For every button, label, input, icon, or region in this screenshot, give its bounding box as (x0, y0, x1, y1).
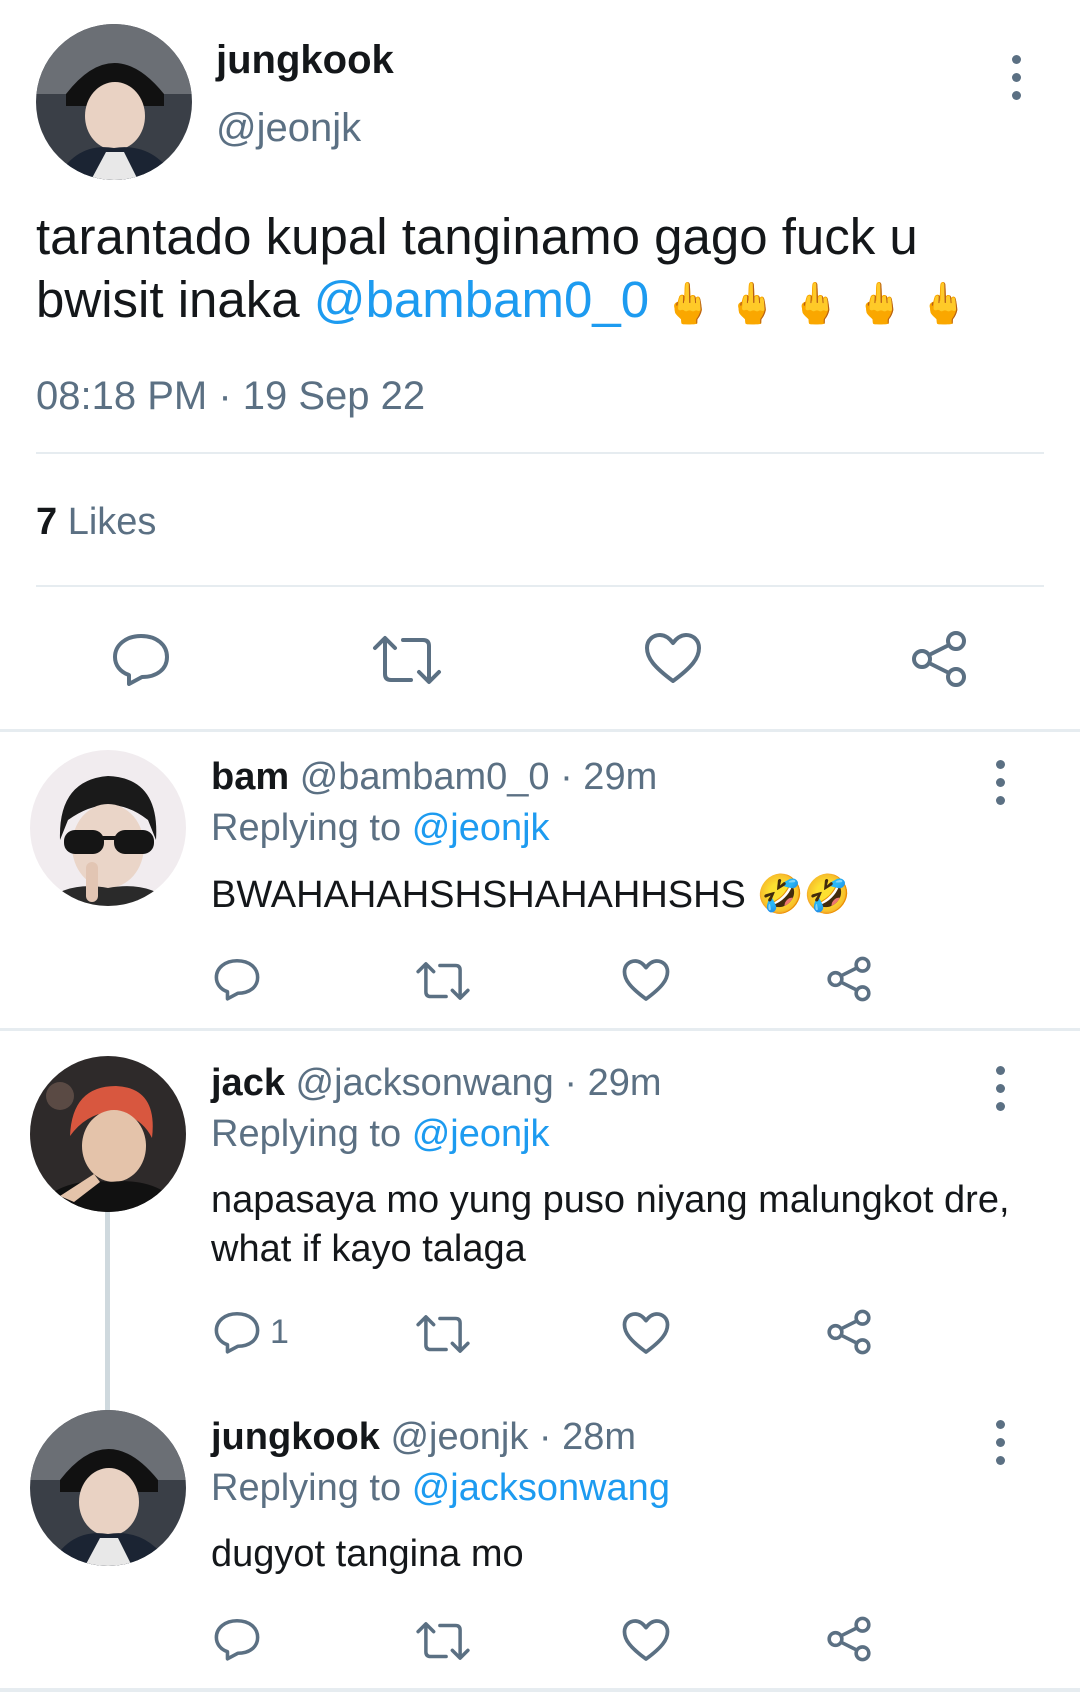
more-icon[interactable] (990, 760, 1010, 805)
like-button[interactable] (622, 958, 670, 1002)
replying-to-handle[interactable]: @jeonjk (412, 1113, 550, 1155)
likes-summary[interactable]: 7 Likes (36, 498, 156, 546)
likes-count: 7 (36, 501, 58, 543)
author-handle[interactable]: @jeonjk (216, 104, 361, 152)
heart-icon (622, 1312, 670, 1354)
reply-author-handle[interactable]: @jacksonwang (296, 1062, 554, 1104)
reply-time[interactable]: · 28m (539, 1416, 636, 1458)
mention-link[interactable]: @bambam0_0 (314, 271, 649, 328)
replying-to: Replying to @jacksonwang (211, 1466, 670, 1510)
replying-to: Replying to @jeonjk (211, 1112, 550, 1156)
retweet-button[interactable] (415, 1620, 471, 1662)
share-icon (827, 1616, 871, 1662)
likes-label: Likes (67, 501, 157, 543)
reply-text: dugyot tangina mo (211, 1533, 524, 1575)
reply-button[interactable] (214, 957, 270, 1001)
share-icon (827, 956, 871, 1002)
reply-icon (113, 634, 169, 686)
replying-to-label: Replying to (211, 1467, 402, 1509)
share-button[interactable] (910, 630, 968, 688)
share-icon (827, 1309, 871, 1355)
share-button[interactable] (826, 956, 872, 1002)
reply-text: BWAHAHAHSHSHAHAHHSHS 🤣🤣 (211, 874, 852, 916)
reply-author-name[interactable]: bam (211, 756, 289, 798)
replying-to-handle[interactable]: @jacksonwang (412, 1467, 670, 1509)
replying-to-label: Replying to (211, 807, 402, 849)
reply-header: jack @jacksonwang · 29m (211, 1061, 662, 1105)
avatar[interactable] (36, 24, 192, 180)
retweet-button[interactable] (415, 1313, 471, 1355)
reply-author-handle[interactable]: @bambam0_0 (300, 756, 550, 798)
avatar[interactable] (30, 750, 186, 906)
like-button[interactable] (644, 632, 702, 684)
replying-to-handle[interactable]: @jeonjk (412, 807, 550, 849)
more-icon[interactable] (1006, 55, 1026, 100)
reply-time[interactable]: · 29m (564, 1062, 661, 1104)
share-button[interactable] (826, 1616, 872, 1662)
retweet-icon (416, 1622, 470, 1660)
reply-author-name[interactable]: jungkook (211, 1416, 380, 1458)
heart-icon (645, 633, 701, 683)
retweet-button[interactable] (415, 960, 471, 1002)
like-button[interactable] (622, 1618, 670, 1662)
reply-button[interactable] (112, 632, 170, 686)
avatar[interactable] (30, 1410, 186, 1566)
share-icon (912, 631, 966, 687)
retweet-button[interactable] (371, 634, 443, 686)
thread-line (105, 1200, 110, 1410)
like-button[interactable] (622, 1311, 670, 1355)
divider (0, 1028, 1080, 1031)
retweet-icon (373, 636, 441, 684)
reply-text: napasaya mo yung puso niyang malungkot d… (211, 1179, 1010, 1270)
more-icon[interactable] (990, 1420, 1010, 1465)
reply-header: bam @bambam0_0 · 29m (211, 755, 657, 799)
divider (0, 729, 1080, 732)
reply-author-name[interactable]: jack (211, 1062, 285, 1104)
reply-button[interactable]: 1 (214, 1310, 289, 1354)
reply-icon (214, 1311, 260, 1354)
heart-icon (622, 959, 670, 1001)
divider (36, 585, 1044, 587)
replying-to-label: Replying to (211, 1113, 402, 1155)
tweet-emoji: 🖕🖕🖕🖕🖕 (663, 282, 983, 326)
divider (36, 452, 1044, 454)
tweet-text: tarantado kupal tanginamo gago fuck u bw… (36, 205, 1046, 336)
tweet-timestamp[interactable]: 08:18 PM · 19 Sep 22 (36, 372, 425, 420)
reply-icon (214, 1618, 260, 1661)
reply-time[interactable]: · 29m (560, 756, 657, 798)
divider (0, 1688, 1080, 1692)
reply-header: jungkook @jeonjk · 28m (211, 1415, 636, 1459)
share-button[interactable] (826, 1309, 872, 1355)
retweet-icon (416, 1315, 470, 1353)
reply-count: 1 (270, 1312, 289, 1351)
retweet-icon (416, 962, 470, 1000)
reply-button[interactable] (214, 1617, 270, 1661)
replying-to: Replying to @jeonjk (211, 806, 550, 850)
author-name[interactable]: jungkook (216, 36, 394, 84)
avatar[interactable] (30, 1056, 186, 1212)
more-icon[interactable] (990, 1066, 1010, 1111)
heart-icon (622, 1619, 670, 1661)
reply-icon (214, 958, 260, 1001)
reply-author-handle[interactable]: @jeonjk (390, 1416, 528, 1458)
